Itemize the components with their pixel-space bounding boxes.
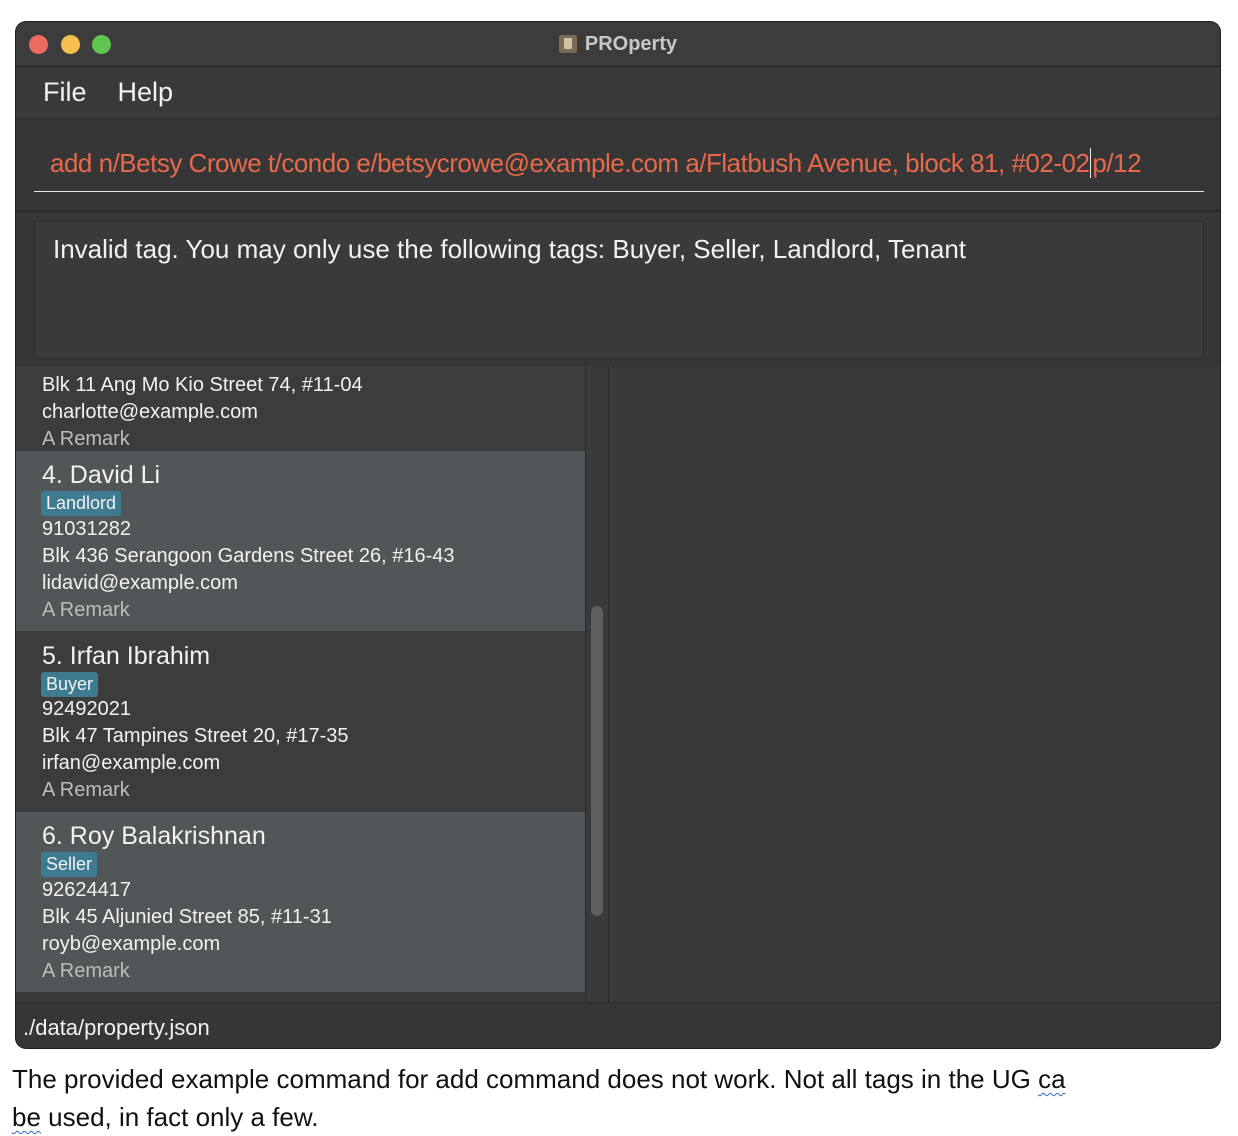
card-address: Blk 11 Ang Mo Kio Street 74, #11-04 [42,374,363,396]
card-email: charlotte@example.com [42,401,258,423]
list-scrollbar-thumb[interactable] [591,606,603,916]
status-file-path: ./data/property.json [23,1015,210,1040]
window-title-group: PROperty [16,22,1220,66]
command-input[interactable]: add n/Betsy Crowe t/condo e/betsycrowe@e… [34,139,1204,192]
card-remark: A Remark [42,960,130,982]
card-tag: Seller [41,852,98,877]
card-tag: Buyer [41,672,99,697]
list-scrollbar-track[interactable] [585,366,609,1002]
card-email: royb@example.com [42,933,221,955]
status-bar: ./data/property.json [16,1002,1220,1048]
menu-bar: File Help [16,67,1220,118]
card-remark: A Remark [42,779,130,801]
person-card-partial[interactable]: Blk 11 Ang Mo Kio Street 74, #11-04 char… [16,366,585,451]
app-icon [558,35,577,53]
caption-text: The provided example command for add com… [12,1060,1222,1136]
card-address: Blk 47 Tampines Street 20, #17-35 [42,725,349,747]
caption-line2-misspelled: be [12,1102,41,1132]
card-name: 5. Irfan Ibrahim [42,642,211,670]
caption-line2: used, in fact only a few. [40,1102,319,1132]
card-phone: 91031282 [42,518,131,540]
menu-file[interactable]: File [43,77,87,108]
card-name: 4. David Li [42,461,161,489]
card-remark: A Remark [42,599,130,621]
caption-line1-misspelled: ca [1038,1064,1066,1094]
command-text-after-caret: p/12 [1092,148,1142,178]
menu-help[interactable]: Help [118,77,174,108]
window-title: PROperty [584,32,678,55]
detail-panel [609,366,1220,1002]
person-card[interactable]: 6. Roy Balakrishnan Seller 92624417 Blk … [16,812,585,992]
title-bar: PROperty [16,22,1220,67]
person-card[interactable]: 4. David Li Landlord 91031282 Blk 436 Se… [16,451,585,631]
card-phone: 92492021 [42,698,131,720]
caption-line1: The provided example command for add com… [12,1064,1039,1094]
card-tag: Landlord [41,491,122,516]
command-area: add n/Betsy Crowe t/condo e/betsycrowe@e… [16,118,1220,211]
result-display[interactable]: Invalid tag. You may only use the follow… [34,221,1204,359]
card-address: Blk 436 Serangoon Gardens Street 26, #16… [42,545,455,567]
card-email: irfan@example.com [42,752,221,774]
card-email: lidavid@example.com [42,572,238,594]
card-name: 6. Roy Balakrishnan [42,822,266,850]
person-list-panel[interactable]: Blk 11 Ang Mo Kio Street 74, #11-04 char… [16,366,585,1002]
card-remark: A Remark [42,428,130,450]
command-text: add n/Betsy Crowe t/condo e/betsycrowe@e… [50,148,1142,179]
person-card[interactable]: 5. Irfan Ibrahim Buyer 92492021 Blk 47 T… [16,631,585,812]
card-phone: 92624417 [42,879,131,901]
command-text-before-caret: add n/Betsy Crowe t/condo e/betsycrowe@e… [50,148,1090,178]
card-address: Blk 45 Aljunied Street 85, #11-31 [42,906,332,928]
result-area: Invalid tag. You may only use the follow… [16,210,1220,368]
app-window: PROperty File Help add n/Betsy Crowe t/c… [16,22,1220,1048]
result-message: Invalid tag. You may only use the follow… [53,234,967,264]
